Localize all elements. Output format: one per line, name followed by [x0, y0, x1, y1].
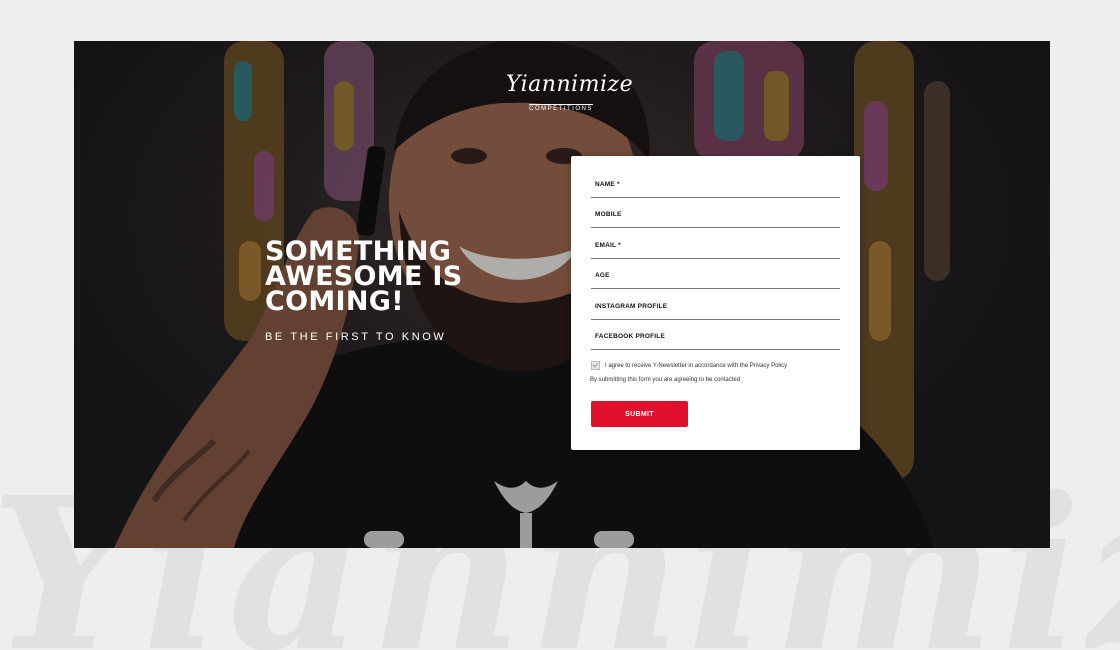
hero-banner: Yiannimize COMPETITIONS SOMETHING AWESOM… [74, 41, 1050, 548]
brand-logo[interactable]: Yiannimize COMPETITIONS [506, 72, 634, 115]
mobile-input[interactable] [591, 203, 840, 227]
headline-line: COMING! [265, 286, 404, 317]
signup-form: NAME * MOBILE EMAIL * AGE INSTAGRAM PROF… [571, 156, 860, 450]
instagram-input[interactable] [591, 295, 840, 319]
instagram-field[interactable]: INSTAGRAM PROFILE [591, 295, 840, 320]
facebook-field[interactable]: FACEBOOK PROFILE [591, 325, 840, 350]
submit-button[interactable]: SUBMIT [591, 401, 688, 427]
hero-tagline: BE THE FIRST TO KNOW [265, 331, 447, 343]
brand-subtitle: COMPETITIONS [529, 104, 593, 112]
newsletter-consent[interactable]: I agree to receive Y-Newsletter in accor… [591, 361, 787, 370]
email-field[interactable]: EMAIL * [591, 234, 840, 259]
consent-checkbox[interactable] [591, 361, 600, 370]
age-field[interactable]: AGE [591, 264, 840, 289]
email-input[interactable] [591, 234, 840, 258]
facebook-input[interactable] [591, 325, 840, 349]
name-input[interactable] [591, 173, 840, 197]
age-input[interactable] [591, 264, 840, 288]
contact-disclaimer: By submitting this form you are agreeing… [590, 377, 741, 383]
hero-photo [74, 41, 1050, 548]
name-field[interactable]: NAME * [591, 173, 840, 198]
brand-name: Yiannimize [506, 72, 634, 97]
hero-headline: SOMETHING AWESOME IS COMING! [265, 238, 505, 317]
mobile-field[interactable]: MOBILE [591, 203, 840, 228]
consent-label: I agree to receive Y-Newsletter in accor… [605, 362, 788, 369]
